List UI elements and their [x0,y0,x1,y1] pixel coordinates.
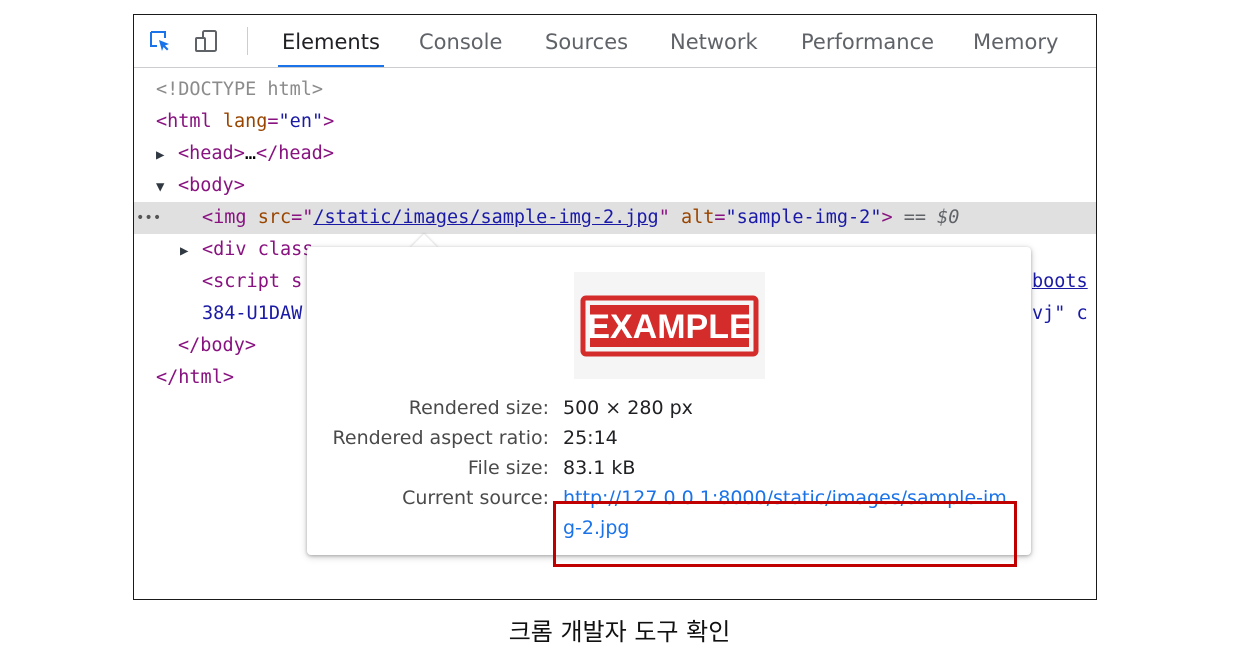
alt-value: "sample-img-2" [725,207,882,228]
div-tag-text: <div class [202,239,314,260]
highlight-box [553,501,1017,567]
device-toolbar-icon[interactable] [194,29,218,53]
expand-triangle-icon[interactable]: ▶ [180,235,202,267]
src-attr: src [257,207,292,228]
figure-caption: 크롬 개발자 도구 확인 [508,618,731,646]
file-size-label: File size: [467,457,549,479]
thumbnail-text: EXAMPLE [587,308,751,346]
body-close-tag: </body> [178,335,256,356]
more-options-icon[interactable]: ••• [136,202,161,234]
tab-console[interactable]: Console [419,15,502,67]
expand-triangle-icon[interactable]: ▶ [156,139,178,171]
tab-memory[interactable]: Memory [973,15,1058,67]
lang-attr: lang [222,111,268,132]
doctype-line[interactable]: <!DOCTYPE html> [134,74,1096,106]
head-close-tag: head [278,143,323,164]
aspect-ratio-row: Rendered aspect ratio: 25:14 [307,423,1031,453]
tab-performance[interactable]: Performance [801,15,934,67]
doctype-text: <!DOCTYPE html> [156,79,324,100]
html-open-line[interactable]: <html lang="en"> [134,106,1096,138]
image-preview-popup: EXAMPLE Rendered size: 500 × 280 px Rend… [307,247,1031,567]
img-line-selected[interactable]: ••• <img src="/static/images/sample-img-… [134,202,1096,234]
devtools-window: Elements Console Sources Network Perform… [133,14,1097,600]
head-tag: head [189,143,234,164]
file-size-value: 83.1 kB [563,457,636,479]
img-tag: img [213,207,247,228]
integrity-text: 384-U1DAW [202,303,303,324]
rendered-size-row: Rendered size: 500 × 280 px [307,393,1031,423]
devtools-toolbar: Elements Console Sources Network Perform… [134,15,1096,68]
alt-attr: alt [680,207,715,228]
src-link[interactable]: /static/images/sample-img-2.jpg [313,207,658,228]
toolbar-separator [247,27,248,55]
tab-sources[interactable]: Sources [545,15,628,67]
body-tag: body [189,175,234,196]
tab-elements[interactable]: Elements [278,15,384,67]
file-size-row: File size: 83.1 kB [307,453,1031,483]
html-tag: html [167,111,212,132]
inspect-element-icon[interactable] [148,29,172,53]
head-line[interactable]: ▶ <head>…</head> [134,138,1096,170]
current-source-label: Current source: [402,487,549,509]
integrity-tail: vj" c [1032,303,1088,324]
tab-network[interactable]: Network [670,15,758,67]
aspect-ratio-label: Rendered aspect ratio: [332,427,549,449]
body-open-line[interactable]: ▼ <body> [134,170,1096,202]
popup-pointer [410,234,438,248]
script-src-link-tail[interactable]: boots [1032,266,1088,298]
collapse-triangle-icon[interactable]: ▼ [156,171,178,203]
script-tag-text: <script s [202,271,303,292]
rendered-size-label: Rendered size: [408,397,549,419]
image-thumbnail: EXAMPLE [574,272,765,379]
selected-node-ref: == $0 [903,207,960,228]
lang-value: "en" [278,111,324,132]
aspect-ratio-value: 25:14 [563,427,618,449]
rendered-size-value: 500 × 280 px [563,397,693,419]
html-close-tag: </html> [156,367,234,388]
head-ellipsis: … [244,143,256,164]
